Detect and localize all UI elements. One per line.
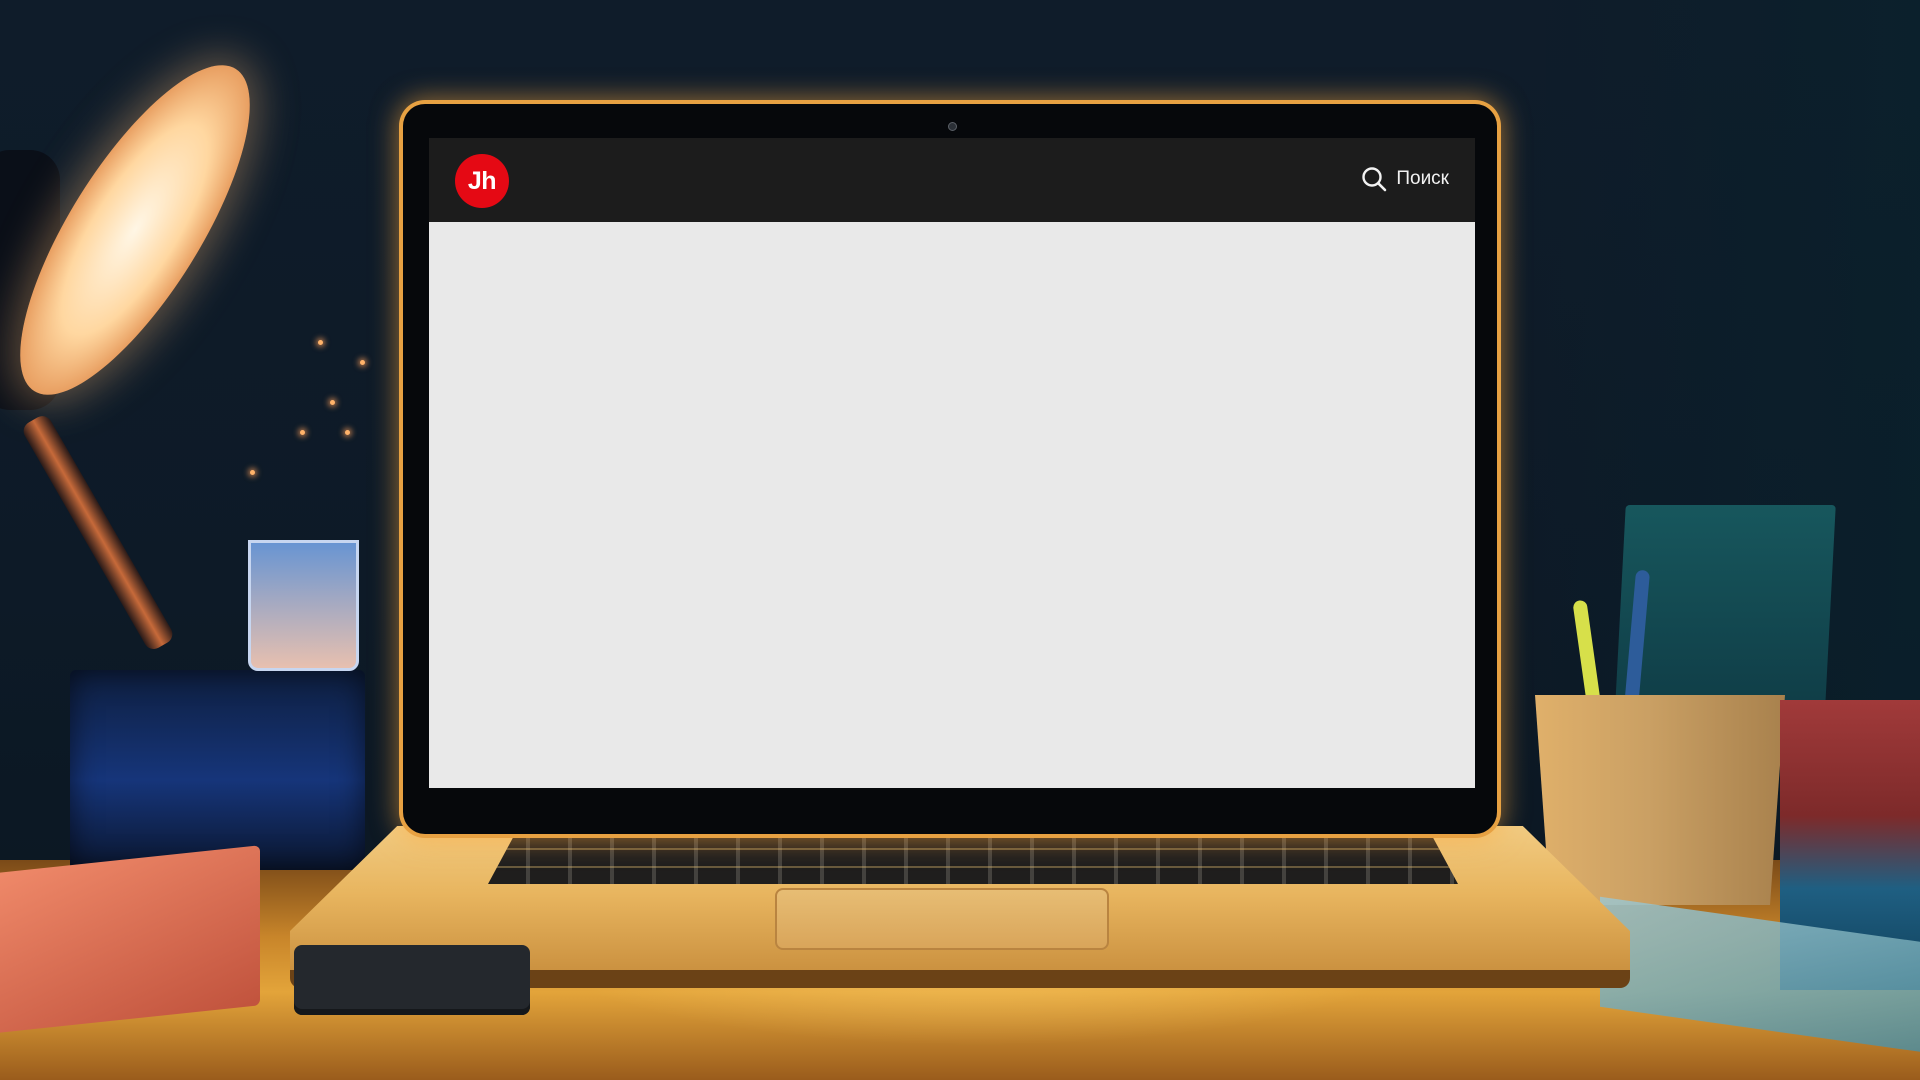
spark [318,340,323,345]
search-icon [1362,167,1387,192]
spark [360,360,365,365]
logo[interactable]: Jh [455,154,509,208]
spark [300,430,305,435]
laptop-trackpad [775,888,1109,950]
pencil-cup [1535,695,1785,905]
desk-scene-background: Jh Поиск [0,0,1920,1080]
search-label: Поиск [1396,168,1449,189]
desk-gadget [294,945,530,1015]
standing-book [1614,505,1836,725]
search-button[interactable]: Поиск [1360,164,1449,194]
laptop-screen: Jh Поиск [429,138,1475,788]
app-header: Jh Поиск [429,138,1475,222]
glass [248,540,359,671]
keyboard-backlight [488,830,1458,884]
spark [250,470,255,475]
notebook [0,845,260,1035]
webcam [948,122,957,131]
lamp-arm [20,412,176,653]
pen-holder [70,670,365,870]
content-area [429,222,1475,788]
spark [345,430,350,435]
spark [330,400,335,405]
